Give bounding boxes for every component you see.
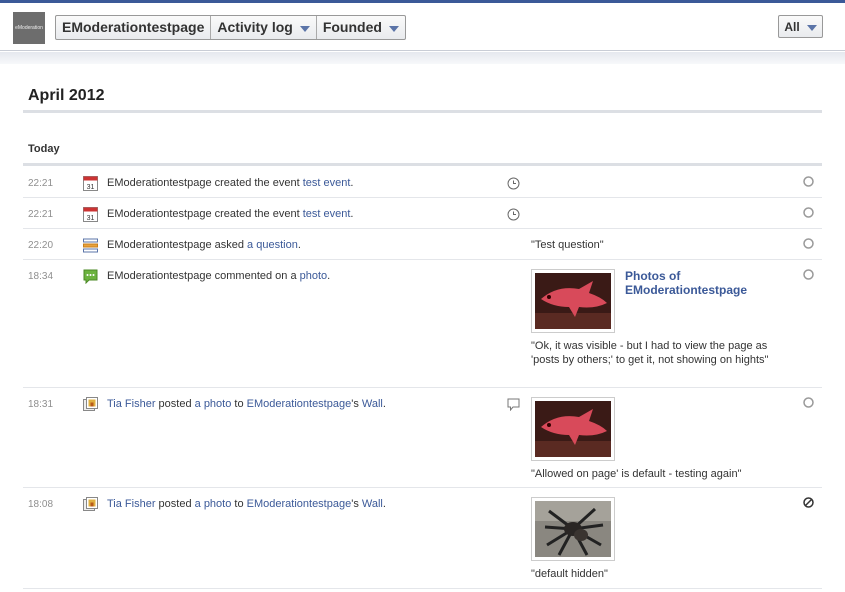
row-description: EModerationtestpage asked a question. (107, 239, 301, 251)
log-row: 18:34 EModerationtestpage commented on a… (23, 260, 822, 388)
question-link[interactable]: a question (247, 239, 298, 251)
post-caption: "default hidden" (531, 568, 608, 580)
row-time: 22:20 (28, 240, 54, 251)
crumb-activity-log[interactable]: Activity log (211, 16, 317, 39)
row-end: . (382, 398, 386, 410)
event-link[interactable]: test event (303, 177, 351, 189)
row-verb: posted (155, 398, 195, 410)
row-actor: EModerationtestpage (107, 177, 212, 189)
page-header: eModeration EModerationtestpage Activity… (0, 3, 845, 51)
photo-post-icon (83, 497, 98, 511)
wall-link[interactable]: Wall (362, 398, 383, 410)
chevron-down-icon (806, 24, 817, 31)
row-to: to (231, 498, 247, 510)
filter-all-button[interactable]: All (778, 15, 823, 38)
calendar-icon: 31 (83, 176, 98, 191)
row-end: . (350, 208, 354, 220)
clock-icon (507, 177, 520, 190)
page-link[interactable]: EModerationtestpage (247, 398, 352, 410)
photo-link[interactable]: a photo (195, 498, 232, 510)
row-to: to (231, 398, 247, 410)
crumb-founded[interactable]: Founded (317, 16, 405, 39)
photo-thumbnail[interactable] (531, 497, 615, 561)
row-possessive: 's (351, 498, 362, 510)
row-verb: commented on a (211, 270, 300, 282)
visibility-toggle-icon[interactable] (803, 176, 814, 187)
chevron-down-icon (299, 25, 310, 32)
row-end: . (382, 498, 386, 510)
month-heading: April 2012 (28, 87, 105, 104)
visibility-toggle-icon[interactable] (803, 238, 814, 249)
actor-link[interactable]: Tia Fisher (107, 398, 156, 410)
chevron-down-icon (388, 25, 399, 32)
row-actor: EModerationtestpage (107, 270, 212, 282)
photo-thumbnail[interactable] (531, 269, 615, 333)
row-verb: asked (211, 239, 248, 251)
row-actor: EModerationtestpage (107, 208, 212, 220)
row-actor: EModerationtestpage (107, 239, 212, 251)
question-icon (83, 238, 98, 253)
post-caption: "Allowed on page' is default - testing a… (531, 468, 742, 480)
day-divider (23, 163, 822, 166)
row-end: . (297, 239, 301, 251)
row-time: 18:34 (28, 271, 54, 282)
row-description: EModerationtestpage created the event te… (107, 177, 353, 189)
row-verb: created the event (211, 177, 303, 189)
spider-photo (535, 501, 611, 557)
svg-text:31: 31 (87, 215, 95, 222)
visibility-toggle-icon[interactable] (803, 397, 814, 408)
photo-post-icon (83, 397, 98, 411)
day-heading: Today (28, 143, 60, 155)
shark-photo (535, 401, 611, 457)
photo-link[interactable]: a photo (195, 398, 232, 410)
crumb-activity-log-label: Activity log (217, 19, 293, 35)
clock-icon (507, 208, 520, 221)
calendar-icon: 31 (83, 207, 98, 222)
filter-all-label: All (784, 19, 800, 34)
row-description: Tia Fisher posted a photo to EModeration… (107, 498, 386, 510)
svg-text:31: 31 (87, 184, 95, 191)
page-logo[interactable]: eModeration (13, 12, 45, 44)
log-row: 22:21 31 EModerationtestpage created the… (23, 198, 822, 229)
month-divider (23, 110, 822, 113)
subheader-gradient (0, 52, 845, 64)
log-row: 18:08 Tia Fisher posted a photo to EMode… (23, 488, 822, 589)
wall-link[interactable]: Wall (362, 498, 383, 510)
log-row: 22:21 31 EModerationtestpage created the… (23, 167, 822, 198)
page-link[interactable]: EModerationtestpage (247, 498, 352, 510)
event-link[interactable]: test event (303, 208, 351, 220)
log-row: 18:31 Tia Fisher posted a photo to EMode… (23, 388, 822, 488)
visibility-toggle-icon[interactable] (803, 207, 814, 218)
crumb-page-label: EModerationtestpage (62, 19, 205, 35)
comment-text: "Ok, it was visible - but I had to view … (531, 340, 769, 366)
crumb-page[interactable]: EModerationtestpage (56, 16, 212, 39)
row-possessive: 's (351, 398, 362, 410)
comment-icon (83, 269, 98, 284)
row-description: EModerationtestpage commented on a photo… (107, 270, 330, 282)
row-description: Tia Fisher posted a photo to EModeration… (107, 398, 386, 410)
breadcrumb: EModerationtestpage Activity log Founded (55, 15, 406, 40)
hidden-status-icon[interactable] (803, 497, 814, 508)
actor-link[interactable]: Tia Fisher (107, 498, 156, 510)
comment-bubble-icon (507, 398, 520, 411)
row-time: 22:21 (28, 209, 54, 220)
log-row: 22:20 EModerationtestpage asked a questi… (23, 229, 822, 260)
row-description: EModerationtestpage created the event te… (107, 208, 353, 220)
photo-link[interactable]: photo (300, 270, 328, 282)
shark-photo (535, 273, 611, 329)
row-end: . (350, 177, 354, 189)
row-verb: posted (155, 498, 195, 510)
row-time: 22:21 (28, 178, 54, 189)
row-end: . (327, 270, 331, 282)
row-time: 18:31 (28, 399, 54, 410)
question-text: "Test question" (531, 239, 604, 251)
row-time: 18:08 (28, 499, 54, 510)
album-title-link[interactable]: Photos of EModerationtestpage (625, 269, 785, 297)
row-verb: created the event (211, 208, 303, 220)
photo-thumbnail[interactable] (531, 397, 615, 461)
crumb-founded-label: Founded (322, 19, 382, 35)
visibility-toggle-icon[interactable] (803, 269, 814, 280)
